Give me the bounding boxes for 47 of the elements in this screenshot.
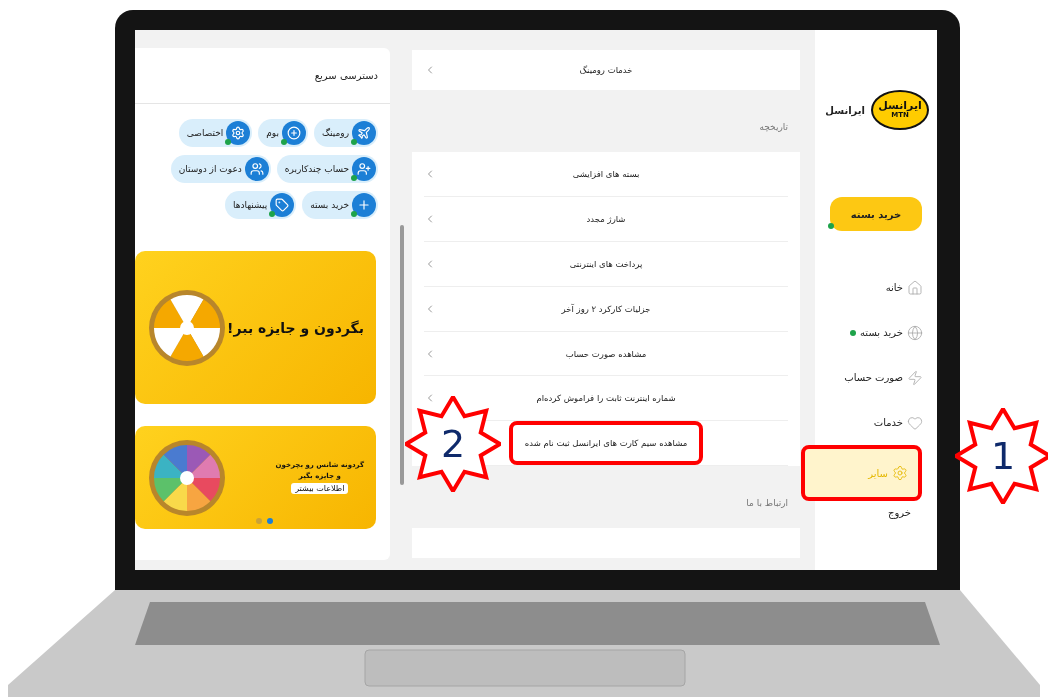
nav-label: خدمات [873, 417, 903, 428]
nav-item[interactable]: خرید بسته [815, 310, 937, 355]
section-title: ارتباط با ما [745, 497, 789, 511]
card-title: دسترسی سریع [135, 48, 390, 104]
nav-item[interactable]: خانه [815, 265, 937, 310]
shortcut-label: پیشنهادها [232, 200, 268, 210]
shortcut-chip[interactable]: پیشنهادها [224, 191, 297, 219]
nav-label: خرید بسته [860, 327, 903, 338]
menu-row-label: جزلیات کارکرد ۲ روز آخر [561, 303, 651, 314]
shortcut-chip[interactable]: حساب چندکاربره [276, 155, 378, 183]
shortcut-label: رومینگ [322, 128, 349, 138]
menu-row[interactable]: بسته های افزایشی [424, 152, 788, 197]
buy-package-button[interactable]: خرید بسته [830, 197, 922, 231]
menu-row[interactable]: پرداخت های اینترنتی [424, 241, 788, 287]
callout-tooltip: 1 [955, 408, 1048, 504]
nav-label: خانه [885, 282, 903, 293]
shortcut-chip[interactable]: اختصاصی [178, 119, 253, 147]
menu-row-label: مشاهده صورت حساب [565, 348, 647, 359]
menu-row[interactable]: مشاهده صورت حساب [424, 331, 788, 377]
menu-row-label: مشاهده سیم کارت های ایرانسل ثبت نام شده [508, 421, 704, 466]
menu-row[interactable]: خدمات رومینگ [424, 50, 788, 90]
banner-headline: بگردون و جایزه ببر! [227, 319, 364, 336]
nav-label: سایر [868, 467, 888, 479]
shortcut-chip[interactable]: بوم [258, 119, 308, 147]
menu-row-label: شماره اینترنت ثابت را فراموش کرده‌ام [536, 393, 676, 404]
menu-row-label: پرداخت های اینترنتی [569, 258, 643, 269]
menu-row[interactable]: شارژ مجدد [424, 196, 788, 242]
shortcut-label: دعوت از دوستان [178, 164, 242, 174]
shortcut-chip[interactable]: رومینگ [314, 119, 378, 147]
nav-label: صورت حساب [844, 372, 903, 383]
more-info-button[interactable]: اطلاعات بیشتر [291, 483, 349, 494]
nav-item[interactable]: خدمات [815, 400, 937, 445]
menu-row[interactable]: جزلیات کارکرد ۲ روز آخر [424, 286, 788, 332]
promo-banner[interactable]: بگردون و جایزه ببر! [135, 251, 376, 404]
menu-row-label: خدمات رومینگ [579, 65, 633, 75]
section-title: تاریخچه [758, 121, 789, 134]
brand-name: ایرانسل [825, 104, 865, 116]
shortcut-chip[interactable]: خرید بسته [302, 191, 378, 219]
shortcut-label: حساب چندکاربره [284, 164, 349, 174]
shortcut-chip[interactable]: دعوت از دوستان [170, 155, 271, 183]
menu-row-label: بسته های افزایشی [572, 168, 640, 179]
callout-tooltip: 2 [405, 396, 501, 492]
shortcut-label: خرید بسته [310, 200, 349, 210]
nav-item[interactable]: صورت حساب [815, 355, 937, 400]
menu-row-label: شارژ مجدد [586, 213, 626, 224]
shortcut-label: بوم [266, 128, 279, 138]
shortcut-label: اختصاصی [186, 128, 224, 138]
